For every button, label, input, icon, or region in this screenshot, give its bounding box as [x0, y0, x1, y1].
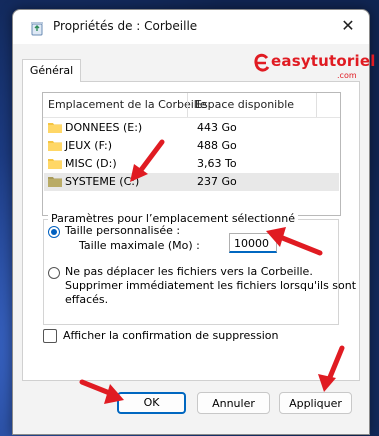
location-space: 488 Go: [197, 139, 237, 152]
no-move-label-line2: Supprimer immédiatement les fichiers lor…: [65, 279, 357, 292]
annotation-arrow-icon: [318, 345, 345, 392]
confirm-delete-checkbox[interactable]: [43, 329, 57, 343]
location-name: MISC (D:): [65, 157, 117, 170]
list-item-selected[interactable]: SYSTEME (C:) 237 Go: [44, 173, 339, 191]
folder-icon: [48, 159, 62, 169]
location-name: JEUX (F:): [65, 139, 113, 152]
custom-size-label[interactable]: Taille personnalisée :: [65, 224, 180, 237]
location-space: 3,63 To: [197, 157, 237, 170]
watermark-text: easytutoriel: [271, 52, 376, 70]
title-bar: Propriétés de : Corbeille ✕: [13, 10, 369, 44]
location-list[interactable]: Emplacement de la Corbeille Espace dispo…: [42, 92, 341, 216]
easytutoriel-logo-icon: [254, 53, 270, 72]
list-item[interactable]: DONNEES (E:) 443 Go: [44, 119, 339, 137]
cancel-button[interactable]: Annuler: [197, 392, 270, 414]
no-move-label[interactable]: Ne pas déplacer les fichiers vers la Cor…: [65, 265, 313, 278]
folder-icon: [48, 123, 62, 133]
location-space: 443 Go: [197, 121, 237, 134]
annotation-arrow-icon: [266, 227, 323, 256]
list-header: Emplacement de la Corbeille Espace dispo…: [43, 93, 340, 118]
recycle-bin-icon: [31, 22, 43, 36]
custom-size-radio[interactable]: [48, 226, 60, 238]
column-location[interactable]: Emplacement de la Corbeille: [48, 98, 207, 111]
column-space[interactable]: Espace disponible: [195, 98, 294, 111]
no-move-label-line3: effacés.: [65, 293, 109, 306]
folder-icon: [48, 141, 62, 151]
annotation-arrow-icon: [79, 379, 124, 404]
close-button[interactable]: ✕: [327, 10, 369, 42]
window-title: Propriétés de : Corbeille: [53, 19, 198, 33]
watermark-suffix: .com: [337, 71, 357, 80]
list-item[interactable]: MISC (D:) 3,63 To: [44, 155, 339, 173]
no-move-radio[interactable]: [48, 267, 60, 279]
annotation-arrow-icon: [130, 139, 165, 182]
folder-icon: [48, 177, 62, 187]
location-name: DONNEES (E:): [65, 121, 143, 134]
max-size-label: Taille maximale (Mo) :: [79, 239, 200, 252]
ok-button[interactable]: OK: [117, 392, 186, 414]
confirm-delete-label[interactable]: Afficher la confirmation de suppression: [63, 329, 278, 342]
apply-button[interactable]: Appliquer: [279, 392, 352, 414]
list-item[interactable]: JEUX (F:) 488 Go: [44, 137, 339, 155]
column-separator[interactable]: [316, 93, 317, 117]
tab-general[interactable]: Général: [22, 59, 81, 82]
location-space: 237 Go: [197, 175, 237, 188]
column-separator[interactable]: [187, 93, 188, 117]
